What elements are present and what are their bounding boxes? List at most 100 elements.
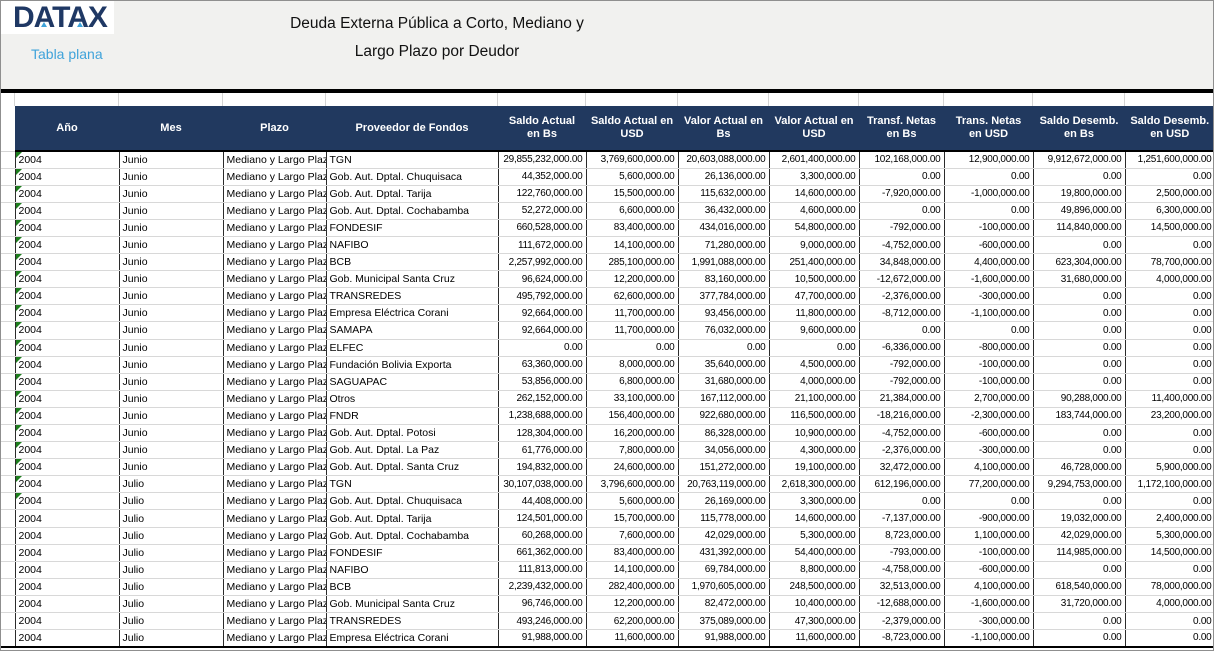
table-row[interactable]: 2004JunioMediano y Largo PlazoBCB2,257,9… bbox=[1, 254, 1214, 271]
cell-proveedor[interactable]: Gob. Municipal Santa Cruz bbox=[326, 271, 498, 288]
cell-saldo-desemb-bs[interactable]: 114,840,000.00 bbox=[1033, 219, 1125, 236]
cell-valor-actual-bs[interactable]: 167,112,000.00 bbox=[678, 390, 769, 407]
cell-saldo-actual-bs[interactable]: 53,856,000.00 bbox=[498, 373, 586, 390]
cell-plazo[interactable]: Mediano y Largo Plazo bbox=[223, 527, 326, 544]
cell-saldo-desemb-bs[interactable]: 0.00 bbox=[1033, 442, 1125, 459]
cell-saldo-desemb-bs[interactable]: 0.00 bbox=[1033, 630, 1125, 647]
table-row[interactable]: 2004JulioMediano y Largo PlazoNAFIBO111,… bbox=[1, 561, 1214, 578]
cell-valor-actual-bs[interactable]: 115,632,000.00 bbox=[678, 185, 769, 202]
cell-valor-actual-bs[interactable]: 434,016,000.00 bbox=[678, 219, 769, 236]
cell-saldo-actual-usd[interactable]: 15,700,000.00 bbox=[586, 510, 678, 527]
table-row[interactable]: 2004JunioMediano y Largo PlazoGob. Aut. … bbox=[1, 202, 1214, 219]
cell-plazo[interactable]: Mediano y Largo Plazo bbox=[223, 390, 326, 407]
cell-ano[interactable]: 2004 bbox=[15, 202, 119, 219]
cell-valor-actual-bs[interactable]: 0.00 bbox=[678, 339, 769, 356]
cell-mes[interactable]: Julio bbox=[119, 630, 223, 647]
cell-proveedor[interactable]: Gob. Aut. Dptal. Chuquisaca bbox=[326, 168, 498, 185]
cell-mes[interactable]: Junio bbox=[119, 390, 223, 407]
cell-transf-netas-bs[interactable]: -12,672,000.00 bbox=[859, 271, 944, 288]
cell-saldo-actual-usd[interactable]: 12,200,000.00 bbox=[586, 271, 678, 288]
cell-saldo-actual-usd[interactable]: 156,400,000.00 bbox=[586, 407, 678, 424]
cell-valor-actual-usd[interactable]: 14,600,000.00 bbox=[769, 185, 859, 202]
cell-saldo-actual-usd[interactable]: 0.00 bbox=[586, 339, 678, 356]
cell-plazo[interactable]: Mediano y Largo Plazo bbox=[223, 288, 326, 305]
cell-trans-netas-usd[interactable]: -300,000.00 bbox=[944, 613, 1033, 630]
table-row[interactable]: 2004JulioMediano y Largo PlazoGob. Aut. … bbox=[1, 493, 1214, 510]
table-row[interactable]: 2004JunioMediano y Largo PlazoOtros262,1… bbox=[1, 390, 1214, 407]
cell-saldo-desemb-bs[interactable]: 0.00 bbox=[1033, 613, 1125, 630]
cell-valor-actual-usd[interactable]: 2,618,300,000.00 bbox=[769, 476, 859, 493]
cell-valor-actual-bs[interactable]: 377,784,000.00 bbox=[678, 288, 769, 305]
cell-trans-netas-usd[interactable]: 1,100,000.00 bbox=[944, 527, 1033, 544]
cell-saldo-desemb-bs[interactable]: 618,540,000.00 bbox=[1033, 578, 1125, 595]
column-header-saldo-actual-bs[interactable]: Saldo Actual en Bs bbox=[498, 106, 586, 151]
cell-mes[interactable]: Junio bbox=[119, 202, 223, 219]
cell-transf-netas-bs[interactable]: -18,216,000.00 bbox=[859, 407, 944, 424]
cell-saldo-desemb-usd[interactable]: 2,400,000.00 bbox=[1125, 510, 1214, 527]
cell-ano[interactable]: 2004 bbox=[15, 459, 119, 476]
cell-saldo-desemb-usd[interactable]: 5,300,000.00 bbox=[1125, 527, 1214, 544]
cell-ano[interactable]: 2004 bbox=[15, 561, 119, 578]
cell-proveedor[interactable]: FONDESIF bbox=[326, 544, 498, 561]
cell-saldo-actual-bs[interactable]: 128,304,000.00 bbox=[498, 425, 586, 442]
cell-saldo-actual-bs[interactable]: 262,152,000.00 bbox=[498, 390, 586, 407]
cell-proveedor[interactable]: FNDR bbox=[326, 407, 498, 424]
cell-trans-netas-usd[interactable]: -1,100,000.00 bbox=[944, 305, 1033, 322]
cell-saldo-desemb-bs[interactable]: 623,304,000.00 bbox=[1033, 254, 1125, 271]
table-row[interactable]: 2004JunioMediano y Largo PlazoGob. Aut. … bbox=[1, 168, 1214, 185]
cell-valor-actual-usd[interactable]: 10,900,000.00 bbox=[769, 425, 859, 442]
cell-valor-actual-usd[interactable]: 8,800,000.00 bbox=[769, 561, 859, 578]
cell-trans-netas-usd[interactable]: -600,000.00 bbox=[944, 561, 1033, 578]
cell-valor-actual-usd[interactable]: 47,700,000.00 bbox=[769, 288, 859, 305]
cell-plazo[interactable]: Mediano y Largo Plazo bbox=[223, 561, 326, 578]
cell-saldo-desemb-usd[interactable]: 5,900,000.00 bbox=[1125, 459, 1214, 476]
cell-valor-actual-usd[interactable]: 10,400,000.00 bbox=[769, 595, 859, 612]
cell-saldo-desemb-usd[interactable]: 0.00 bbox=[1125, 305, 1214, 322]
cell-trans-netas-usd[interactable]: -1,600,000.00 bbox=[944, 595, 1033, 612]
cell-valor-actual-usd[interactable]: 14,600,000.00 bbox=[769, 510, 859, 527]
cell-valor-actual-usd[interactable]: 10,500,000.00 bbox=[769, 271, 859, 288]
cell-proveedor[interactable]: ELFEC bbox=[326, 339, 498, 356]
cell-saldo-desemb-usd[interactable]: 0.00 bbox=[1125, 339, 1214, 356]
cell-valor-actual-bs[interactable]: 36,432,000.00 bbox=[678, 202, 769, 219]
cell-valor-actual-usd[interactable]: 4,300,000.00 bbox=[769, 442, 859, 459]
cell-transf-netas-bs[interactable]: 32,513,000.00 bbox=[859, 578, 944, 595]
cell-trans-netas-usd[interactable]: 0.00 bbox=[944, 493, 1033, 510]
cell-mes[interactable]: Julio bbox=[119, 527, 223, 544]
cell-saldo-actual-usd[interactable]: 83,400,000.00 bbox=[586, 219, 678, 236]
cell-transf-netas-bs[interactable]: -8,723,000.00 bbox=[859, 630, 944, 647]
cell-mes[interactable]: Junio bbox=[119, 356, 223, 373]
cell-saldo-desemb-usd[interactable]: 0.00 bbox=[1125, 168, 1214, 185]
cell-valor-actual-bs[interactable]: 82,472,000.00 bbox=[678, 595, 769, 612]
cell-transf-netas-bs[interactable]: 102,168,000.00 bbox=[859, 151, 944, 168]
table-row[interactable]: 2004JunioMediano y Largo PlazoSAMAPA92,6… bbox=[1, 322, 1214, 339]
table-row[interactable]: 2004JunioMediano y Largo PlazoGob. Aut. … bbox=[1, 459, 1214, 476]
cell-saldo-desemb-usd[interactable]: 0.00 bbox=[1125, 356, 1214, 373]
cell-transf-netas-bs[interactable]: -7,920,000.00 bbox=[859, 185, 944, 202]
cell-valor-actual-bs[interactable]: 76,032,000.00 bbox=[678, 322, 769, 339]
cell-saldo-actual-bs[interactable]: 661,362,000.00 bbox=[498, 544, 586, 561]
cell-plazo[interactable]: Mediano y Largo Plazo bbox=[223, 236, 326, 253]
cell-plazo[interactable]: Mediano y Largo Plazo bbox=[223, 373, 326, 390]
cell-proveedor[interactable]: BCB bbox=[326, 254, 498, 271]
cell-saldo-actual-usd[interactable]: 14,100,000.00 bbox=[586, 236, 678, 253]
cell-valor-actual-bs[interactable]: 431,392,000.00 bbox=[678, 544, 769, 561]
cell-saldo-actual-bs[interactable]: 122,760,000.00 bbox=[498, 185, 586, 202]
cell-ano[interactable]: 2004 bbox=[15, 288, 119, 305]
cell-valor-actual-usd[interactable]: 11,600,000.00 bbox=[769, 630, 859, 647]
cell-mes[interactable]: Junio bbox=[119, 288, 223, 305]
cell-transf-netas-bs[interactable]: -12,688,000.00 bbox=[859, 595, 944, 612]
cell-ano[interactable]: 2004 bbox=[15, 236, 119, 253]
cell-trans-netas-usd[interactable]: -1,600,000.00 bbox=[944, 271, 1033, 288]
cell-saldo-desemb-usd[interactable]: 78,000,000.00 bbox=[1125, 578, 1214, 595]
cell-saldo-actual-usd[interactable]: 7,800,000.00 bbox=[586, 442, 678, 459]
cell-plazo[interactable]: Mediano y Largo Plazo bbox=[223, 202, 326, 219]
cell-saldo-desemb-bs[interactable]: 183,744,000.00 bbox=[1033, 407, 1125, 424]
cell-saldo-desemb-bs[interactable]: 9,294,753,000.00 bbox=[1033, 476, 1125, 493]
table-row[interactable]: 2004JulioMediano y Largo PlazoGob. Munic… bbox=[1, 595, 1214, 612]
cell-trans-netas-usd[interactable]: 4,100,000.00 bbox=[944, 459, 1033, 476]
cell-transf-netas-bs[interactable]: -793,000.00 bbox=[859, 544, 944, 561]
cell-trans-netas-usd[interactable]: -1,100,000.00 bbox=[944, 630, 1033, 647]
cell-saldo-actual-usd[interactable]: 3,769,600,000.00 bbox=[586, 151, 678, 168]
column-header-valor-actual-usd[interactable]: Valor Actual en USD bbox=[769, 106, 859, 151]
